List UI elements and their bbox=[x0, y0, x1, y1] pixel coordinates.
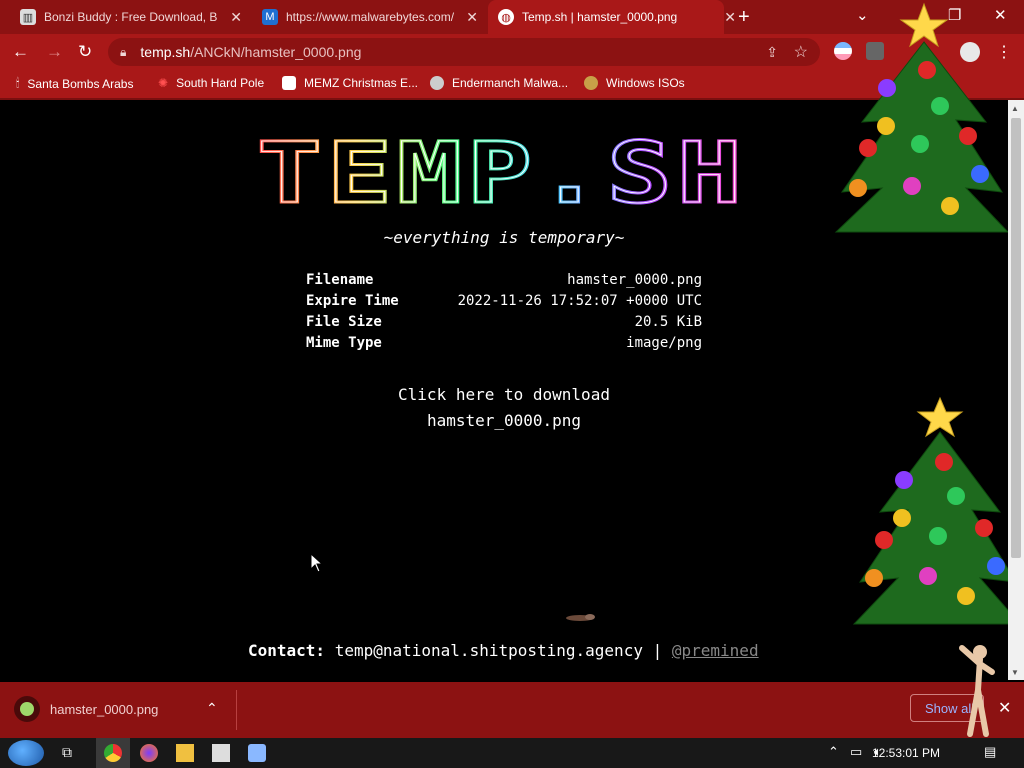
chevron-up-icon[interactable]: ⌃ bbox=[206, 700, 218, 717]
forward-icon[interactable]: → bbox=[46, 42, 63, 62]
new-tab-button[interactable]: + bbox=[738, 6, 750, 29]
memz-icon bbox=[282, 76, 296, 90]
malwarebytes-icon: M bbox=[262, 9, 278, 25]
clock[interactable]: 12:53:01 PM bbox=[872, 746, 940, 760]
app-icon[interactable] bbox=[248, 744, 266, 762]
tab-tempsh[interactable]: ◍ Temp.sh | hamster_0000.png ✕ bbox=[488, 0, 736, 34]
scroll-up-icon[interactable]: ▲ bbox=[1011, 104, 1019, 113]
info-row-mime: Mime Type image/png bbox=[306, 335, 702, 351]
notifications-icon[interactable]: ▤ bbox=[984, 744, 996, 760]
tab-bonzi[interactable]: ▥ Bonzi Buddy : Free Download, B ✕ bbox=[20, 4, 242, 30]
scrollbar-thumb[interactable] bbox=[1011, 118, 1021, 558]
contact-line: Contact: temp@national.shitposting.agenc… bbox=[248, 641, 759, 660]
archive-icon: ▥ bbox=[20, 9, 36, 25]
bookmark-star-icon[interactable]: ☆ bbox=[794, 42, 808, 62]
close-tab-icon[interactable]: ✕ bbox=[230, 9, 242, 26]
url-text[interactable]: temp.sh/ANCkN/hamster_0000.png bbox=[140, 44, 361, 60]
start-button[interactable] bbox=[8, 740, 44, 766]
bookmark-endermanch[interactable]: Endermanch Malwa... bbox=[430, 76, 568, 90]
svg-text:TEMP.SH: TEMP.SH bbox=[257, 138, 747, 212]
raccoon-icon bbox=[430, 76, 444, 90]
lock-icon[interactable]: 🔒︎ bbox=[120, 45, 126, 60]
file-info-table: Filename hamster_0000.png Expire Time 20… bbox=[306, 272, 702, 356]
buddha-icon bbox=[584, 76, 598, 90]
mouse-cursor-icon bbox=[310, 553, 324, 573]
back-icon[interactable]: ← bbox=[12, 42, 29, 62]
christmas-tree-decoration bbox=[852, 396, 1020, 625]
reload-icon[interactable]: ↻ bbox=[78, 42, 92, 62]
contact-handle-link[interactable]: @premined bbox=[672, 641, 759, 660]
tray-chevron-icon[interactable]: ⌃ bbox=[828, 744, 839, 760]
close-tab-icon[interactable]: ✕ bbox=[466, 9, 478, 26]
info-row-size: File Size 20.5 KiB bbox=[306, 314, 702, 330]
christmas-tree-decoration bbox=[834, 2, 1008, 233]
chrome-icon[interactable] bbox=[104, 744, 122, 762]
virus-icon: ✺ bbox=[158, 76, 169, 90]
bookmark-memz[interactable]: MEMZ Christmas E... bbox=[282, 76, 418, 90]
divider bbox=[236, 690, 237, 730]
dancing-figure-overlay bbox=[959, 645, 995, 737]
task-view-icon[interactable]: ⧉ bbox=[62, 744, 80, 762]
tab-title: Temp.sh | hamster_0000.png bbox=[522, 10, 678, 24]
network-icon[interactable]: ▭ bbox=[850, 744, 862, 760]
bookmark-windows-isos[interactable]: Windows ISOs bbox=[584, 76, 685, 90]
firefox-icon[interactable] bbox=[140, 744, 158, 762]
share-icon[interactable]: ⇪ bbox=[766, 44, 778, 61]
download-item[interactable]: hamster_0000.png bbox=[14, 696, 158, 722]
file-explorer-icon[interactable] bbox=[176, 744, 194, 762]
tab-title: Bonzi Buddy : Free Download, B bbox=[44, 10, 218, 24]
scroll-down-icon[interactable]: ▼ bbox=[1011, 668, 1019, 677]
contact-email[interactable]: temp@national.shitposting.agency bbox=[335, 641, 643, 660]
info-row-expire: Expire Time 2022-11-26 17:52:07 +0000 UT… bbox=[306, 293, 702, 309]
tempsh-logo: TEMP.SH TEMP.SH bbox=[256, 138, 747, 212]
tab-title: https://www.malwarebytes.com/ bbox=[286, 10, 455, 24]
bomb-icon: 🕯︎ bbox=[16, 76, 20, 90]
bookmark-santa-bombs[interactable]: 🕯︎ Santa Bombs Arabs bbox=[16, 76, 133, 91]
download-shelf: hamster_0000.png ⌃ Show all ✕ bbox=[0, 682, 1024, 738]
info-row-filename: Filename hamster_0000.png bbox=[306, 272, 702, 288]
globe-icon: ◍ bbox=[498, 9, 514, 25]
file-icon bbox=[14, 696, 40, 722]
close-tab-icon[interactable]: ✕ bbox=[724, 9, 736, 26]
address-bar[interactable]: 🔒︎ temp.sh/ANCkN/hamster_0000.png ⇪ ☆ bbox=[108, 38, 820, 66]
hamster-image bbox=[566, 614, 595, 621]
bookmark-south-hard-pole[interactable]: ✺ South Hard Pole bbox=[158, 76, 264, 90]
windows-taskbar: ⧉ ⌃ ▭ 🔈︎ 12:53:01 PM ▤ bbox=[0, 738, 1024, 768]
tab-malwarebytes[interactable]: M https://www.malwarebytes.com/ ✕ bbox=[262, 4, 478, 30]
7zip-icon[interactable] bbox=[212, 744, 230, 762]
